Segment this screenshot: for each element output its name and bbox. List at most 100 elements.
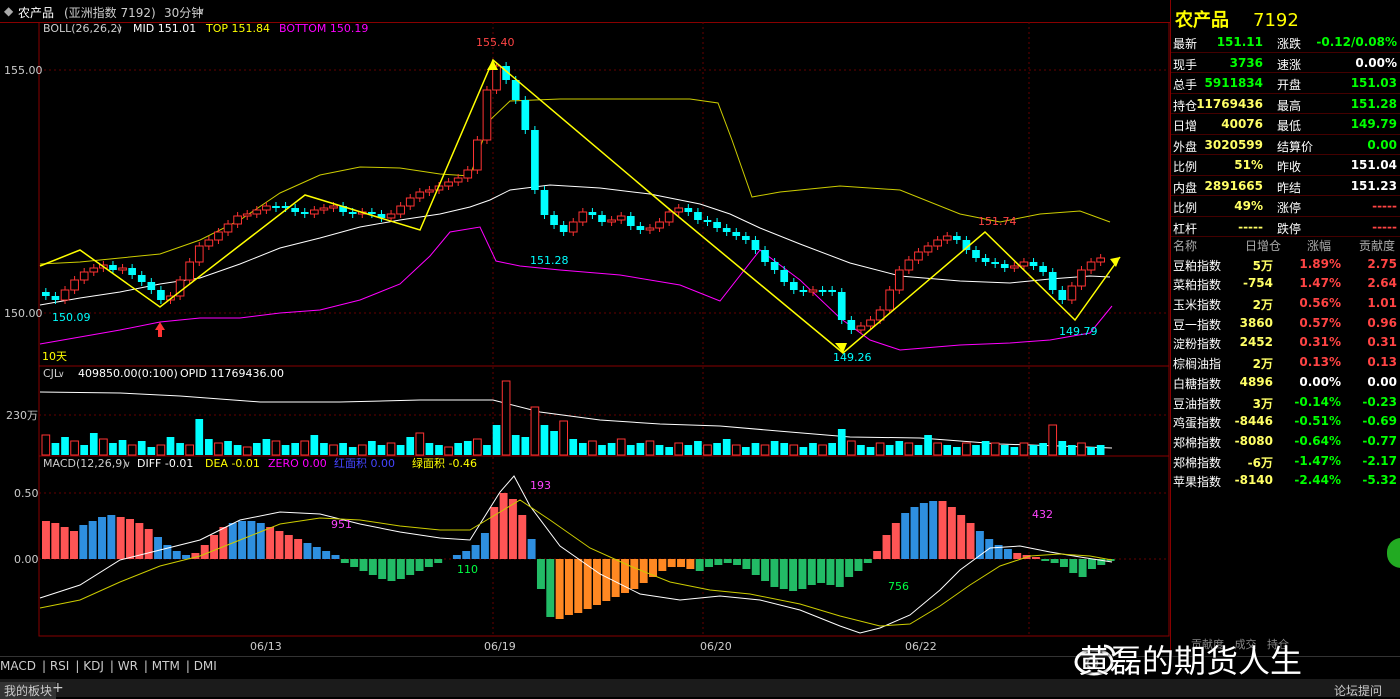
candle <box>118 267 127 271</box>
kline-chart-area[interactable]: 155.00 150.00 230万 0.50 0.00 BOLL(26,26,… <box>0 21 1170 656</box>
tab-macd[interactable]: MACD <box>0 659 36 673</box>
quote-label: 比例 <box>1173 201 1198 215</box>
item-change: 0.57% <box>1299 315 1341 330</box>
list-item[interactable]: 豆一指数 3860 0.57% 0.96 <box>1171 313 1400 333</box>
volume-bar <box>406 437 415 455</box>
candle <box>329 205 338 209</box>
annot-high: 155.40 <box>476 36 515 49</box>
volume-bar <box>943 445 952 455</box>
item-name: 棕榈油指 <box>1173 357 1222 372</box>
quote-value: 3736 <box>1229 55 1263 70</box>
quote-label: 涨停 <box>1277 201 1302 215</box>
candle <box>1067 285 1077 301</box>
macd-bar <box>695 559 704 571</box>
candle <box>1029 262 1038 266</box>
quote-value: 151.28 <box>1350 96 1397 111</box>
macd-bar <box>770 559 779 587</box>
item-oi: 2万 <box>1252 357 1273 372</box>
tab-rsi[interactable]: RSI <box>50 659 70 673</box>
candle <box>262 205 271 211</box>
item-contrib: -0.23 <box>1362 394 1397 409</box>
item-contrib: -5.32 <box>1362 473 1397 488</box>
volume-bar <box>952 447 961 455</box>
list-item[interactable]: 菜粕指数 -754 1.47% 2.64 <box>1171 273 1400 293</box>
item-name: 白糖指数 <box>1173 376 1222 391</box>
macd-bar <box>144 529 153 559</box>
item-oi: 2452 <box>1239 335 1273 350</box>
list-item[interactable]: 鸡蛋指数 -8446 -0.51% -0.69 <box>1171 411 1400 431</box>
volume-bar <box>444 446 453 456</box>
candle <box>981 258 990 262</box>
macd-bar <box>1041 559 1050 561</box>
volume-bar <box>607 443 616 455</box>
list-item[interactable]: 白糖指数 4896 0.00% 0.00 <box>1171 372 1400 392</box>
item-change: -1.47% <box>1294 453 1341 468</box>
list-item[interactable]: 棕榈油指 2万 0.13% 0.13 <box>1171 352 1400 372</box>
volume-bar <box>598 445 606 455</box>
candle <box>808 289 818 293</box>
candle <box>732 232 741 236</box>
quote-label: 日增 <box>1173 119 1198 133</box>
macd-bar <box>116 517 125 559</box>
list-item[interactable]: 郑棉指数 -8080 -0.64% -0.77 <box>1171 431 1400 451</box>
macd-bar <box>359 559 368 571</box>
candle <box>751 240 760 250</box>
volume-bar <box>300 440 310 456</box>
macd-bar <box>658 559 667 571</box>
volume-bar <box>61 437 69 455</box>
volume-bar <box>252 443 261 455</box>
boll-bottom: BOTTOM 150.19 <box>279 22 368 35</box>
list-item[interactable]: 豆粕指数 5万 1.89% 2.75 <box>1171 254 1400 274</box>
forum-button[interactable]: 论坛提问 <box>1334 682 1382 699</box>
list-item[interactable]: 郑棉指数 -6万 -1.47% -2.17 <box>1171 451 1400 471</box>
item-contrib: 1.01 <box>1367 296 1397 311</box>
volume-bar <box>501 380 511 456</box>
macd-bar <box>1050 559 1059 563</box>
constituent-list[interactable]: 名称 日增仓 涨幅 贡献度 豆粕指数 5万 1.89% 2.75 菜粕指数 -754 1.4… <box>1171 234 1400 490</box>
tab-my-sector[interactable]: 我的板块 <box>0 682 57 699</box>
macd-bar <box>882 535 891 559</box>
quote-label: 最新 <box>1173 37 1198 51</box>
macd-bar <box>424 559 433 567</box>
volume-bar <box>857 445 865 455</box>
chevron-down-icon[interactable]: ∨ <box>198 7 205 17</box>
macd-bar <box>51 523 60 559</box>
candle <box>923 245 933 253</box>
volume-bar <box>981 441 990 455</box>
volume-bar <box>933 442 942 456</box>
float-toggle-icon[interactable] <box>1387 538 1400 568</box>
candle <box>1019 261 1029 267</box>
volume-bar <box>703 444 712 456</box>
volume-bar <box>492 425 501 455</box>
boll-mid-line <box>39 184 1111 306</box>
macd-bar <box>873 551 882 559</box>
quote-value: 0.00 <box>1367 137 1397 152</box>
candle <box>531 130 539 190</box>
candle <box>60 289 70 301</box>
quote-value: 49% <box>1234 199 1263 213</box>
indicator-tabs[interactable]: MACD | RSI | KDJ | WR | MTM | DMI <box>0 659 223 673</box>
quote-label: 最高 <box>1277 98 1302 113</box>
item-name: 豆油指数 <box>1173 396 1222 411</box>
tab-mtm[interactable]: MTM <box>152 659 180 673</box>
macd-bar <box>312 547 321 559</box>
candle <box>894 269 904 291</box>
list-item[interactable]: 苹果指数 -8140 -2.44% -5.32 <box>1171 470 1400 490</box>
tab-wr[interactable]: WR <box>118 659 138 673</box>
list-item[interactable]: 玉米指数 2万 0.56% 1.01 <box>1171 293 1400 313</box>
menu-icon[interactable]: ◆ <box>4 4 13 18</box>
candle <box>588 212 597 215</box>
tab-kdj[interactable]: KDJ <box>83 659 104 673</box>
tab-dmi[interactable]: DMI <box>194 659 217 673</box>
candle <box>444 181 453 187</box>
volume-bar <box>588 440 597 456</box>
list-item[interactable]: 淀粉指数 2452 0.31% 0.31 <box>1171 332 1400 352</box>
volume-bar <box>291 443 299 455</box>
candle <box>511 80 520 100</box>
item-change: 1.89% <box>1299 256 1341 271</box>
list-item[interactable]: 豆油指数 3万 -0.14% -0.23 <box>1171 392 1400 412</box>
item-change: 0.13% <box>1299 355 1341 370</box>
volume-bar <box>799 447 808 455</box>
macd-bar <box>508 499 517 559</box>
add-tab-icon[interactable]: + <box>52 680 64 696</box>
